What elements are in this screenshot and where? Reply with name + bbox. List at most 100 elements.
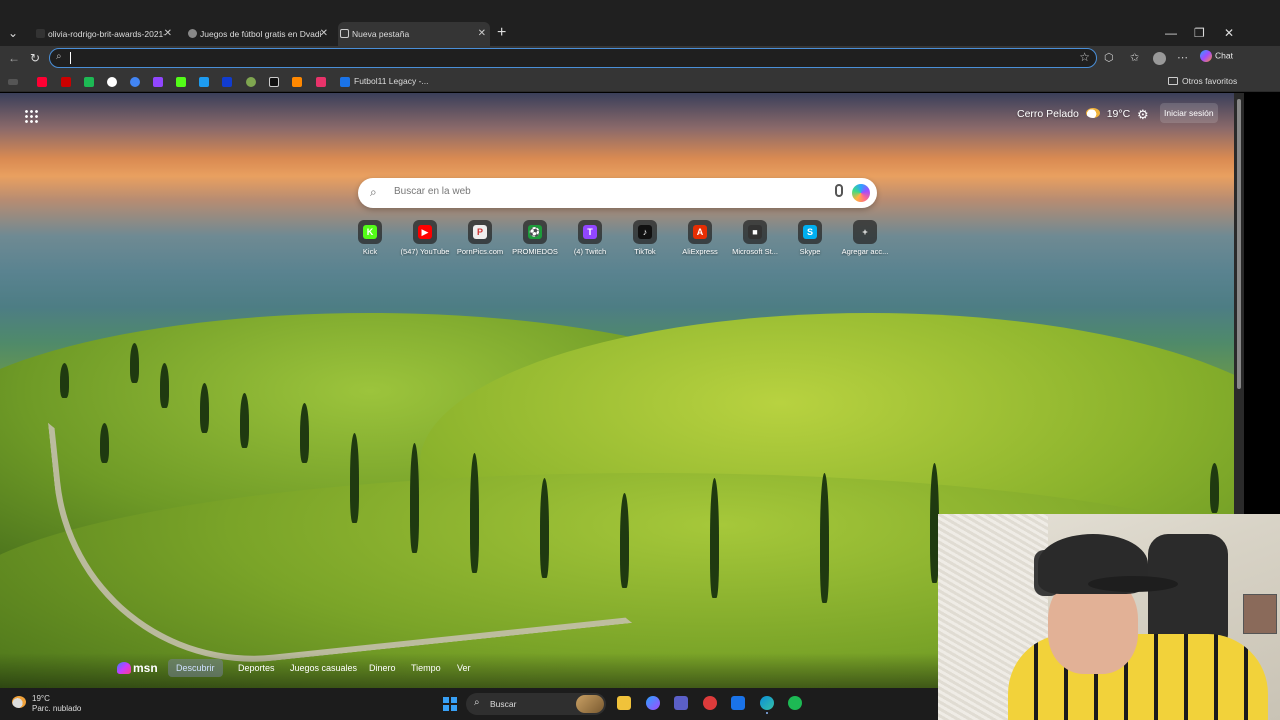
quick-link-tile: ♪ [633,220,657,244]
new-tab-plus-icon[interactable]: + [497,24,506,42]
quick-link[interactable]: ⚽ PROMIEDOS [507,220,563,256]
bookmark-kick-icon[interactable] [176,77,186,87]
chrome-red-icon[interactable] [703,696,717,710]
cypress-tree [200,383,209,433]
file-explorer-icon[interactable] [617,696,631,710]
msn-tab-deportes[interactable]: Deportes [238,663,275,673]
quick-link-icon: ▶ [418,225,432,239]
bookmark-red-icon[interactable] [61,77,71,87]
cypress-tree [160,363,169,408]
bookmark-spotify-icon[interactable] [84,77,94,87]
bookmark-chrome-icon[interactable] [130,77,140,87]
spotify-icon[interactable] [788,696,802,710]
quick-link[interactable]: ▶ (547) YouTube [397,220,453,256]
tab-nueva-pestana[interactable]: Nueva pestaña ✕ [338,22,490,46]
bookmark-tiktok-icon[interactable] [269,77,279,87]
quick-link[interactable]: ♪ TikTok [617,220,673,256]
msn-tab-juegos-casuales[interactable]: Juegos casuales [290,663,357,673]
quick-link-label: Agregar acc... [841,247,889,256]
bookmark-github-icon[interactable] [107,77,117,87]
quick-link[interactable]: ■ Microsoft St... [727,220,783,256]
tab-actions-menu-icon[interactable]: ⌄ [4,24,22,42]
close-window-icon[interactable]: ✕ [1224,26,1234,40]
quick-link[interactable]: T (4) Twitch [562,220,618,256]
quick-link-tile: + [853,220,877,244]
tab-title: Nueva pestaña [352,29,410,39]
scrollbar-thumb[interactable] [1237,99,1241,389]
copilot-icon[interactable] [852,184,870,202]
back-arrow-icon[interactable]: ← [8,51,20,65]
quick-link-label: PROMIEDOS [512,247,558,256]
apps-grid-icon[interactable] [24,109,38,123]
refresh-icon[interactable]: ↻ [30,51,40,65]
close-tab-icon[interactable]: ✕ [478,22,486,46]
bookmarks-toggle-icon[interactable] [8,79,18,85]
bookmark-twitch-icon[interactable] [153,77,163,87]
tab-olivia[interactable]: olivia-rodrigo-brit-awards-2021-b ✕ [34,22,176,46]
bookmark-x-icon[interactable] [199,77,209,87]
weather-widget[interactable]: Cerro Pelado 19°C [1017,108,1130,120]
quick-link[interactable]: K Kick [342,220,398,256]
web-search-box[interactable]: ⌕ Buscar en la web [358,178,877,208]
msn-logo[interactable]: msn [117,661,158,675]
more-menu-icon[interactable]: ⋯ [1177,51,1188,64]
quick-link[interactable]: + Agregar acc... [837,220,893,256]
cypress-tree [1210,463,1219,513]
quick-link-label: PornPics.com [456,247,504,256]
favorites-icon[interactable]: ✩ [1130,51,1139,64]
msn-tab-dinero[interactable]: Dinero [369,663,396,673]
bookmark-pornpics-icon[interactable] [316,77,326,87]
settings-gear-icon[interactable]: ⚙ [1137,107,1149,123]
bookmark-futbol11-label[interactable]: Futbol11 Legacy -... [354,76,429,86]
copilot-app-icon[interactable] [646,696,660,710]
quick-link-label: Skype [799,247,821,256]
close-tab-icon[interactable]: ✕ [320,22,328,46]
bookmark-futbol11-icon[interactable] [340,77,350,87]
bookmark-youtube-icon[interactable] [37,77,47,87]
quick-link-icon: T [583,225,597,239]
profile-avatar-icon[interactable] [1153,52,1166,65]
quick-link-icon: ♪ [638,225,652,239]
text-cursor [70,52,71,64]
cypress-tree [410,443,419,553]
sign-in-button[interactable]: Iniciar sesión [1160,103,1218,123]
other-favorites-button[interactable]: Otros favoritos [1168,76,1237,86]
quick-link-tile: T [578,220,602,244]
quick-link-label: Microsoft St... [732,247,778,256]
microphone-icon[interactable] [835,184,843,197]
copilot-chat-button[interactable]: Chat [1200,50,1233,62]
quick-link-tile: ▶ [413,220,437,244]
bookmark-chess-icon[interactable] [246,77,256,87]
tab-juegos-futbol[interactable]: Juegos de fútbol gratis en Dvadi ✕ [186,22,332,46]
quick-link[interactable]: S Skype [782,220,838,256]
chat-label: Chat [1215,50,1233,61]
cypress-tree [540,478,549,578]
partly-cloudy-icon [12,696,26,708]
msn-tab-ver[interactable]: Ver [457,663,471,673]
webcam-overlay [938,514,1280,720]
extensions-icon[interactable]: ⬡ [1104,51,1114,64]
teams-icon[interactable] [674,696,688,710]
cypress-tree [100,423,109,463]
quick-link[interactable]: P PornPics.com [452,220,508,256]
mail-icon[interactable] [731,696,745,710]
restore-icon[interactable]: ❐ [1194,26,1205,40]
msn-tab-tiempo[interactable]: Tiempo [411,663,441,673]
quick-link-icon: K [363,225,377,239]
tab-strip: ⌄ olivia-rodrigo-brit-awards-2021-b ✕ Ju… [0,0,1280,46]
address-bar[interactable]: ⌕ ☆ [49,48,1097,68]
quick-link[interactable]: A AliExpress [672,220,728,256]
windows-start-icon[interactable] [443,697,457,711]
minimize-icon[interactable]: — [1165,26,1177,40]
search-icon: ⌕ [474,697,480,708]
quick-link-icon: + [862,227,868,237]
taskbar-search[interactable]: ⌕ Buscar [466,693,606,715]
close-tab-icon[interactable]: ✕ [164,22,172,46]
webcam-jersey [1008,634,1268,720]
bookmark-disney-icon[interactable] [222,77,232,87]
bookmark-aliexpress-icon[interactable] [292,77,302,87]
msn-tab-descubrir[interactable]: Descubrir [168,659,223,677]
favorite-star-icon[interactable]: ☆ [1079,50,1090,64]
edge-browser-icon[interactable] [760,696,774,710]
quick-link-tile: P [468,220,492,244]
